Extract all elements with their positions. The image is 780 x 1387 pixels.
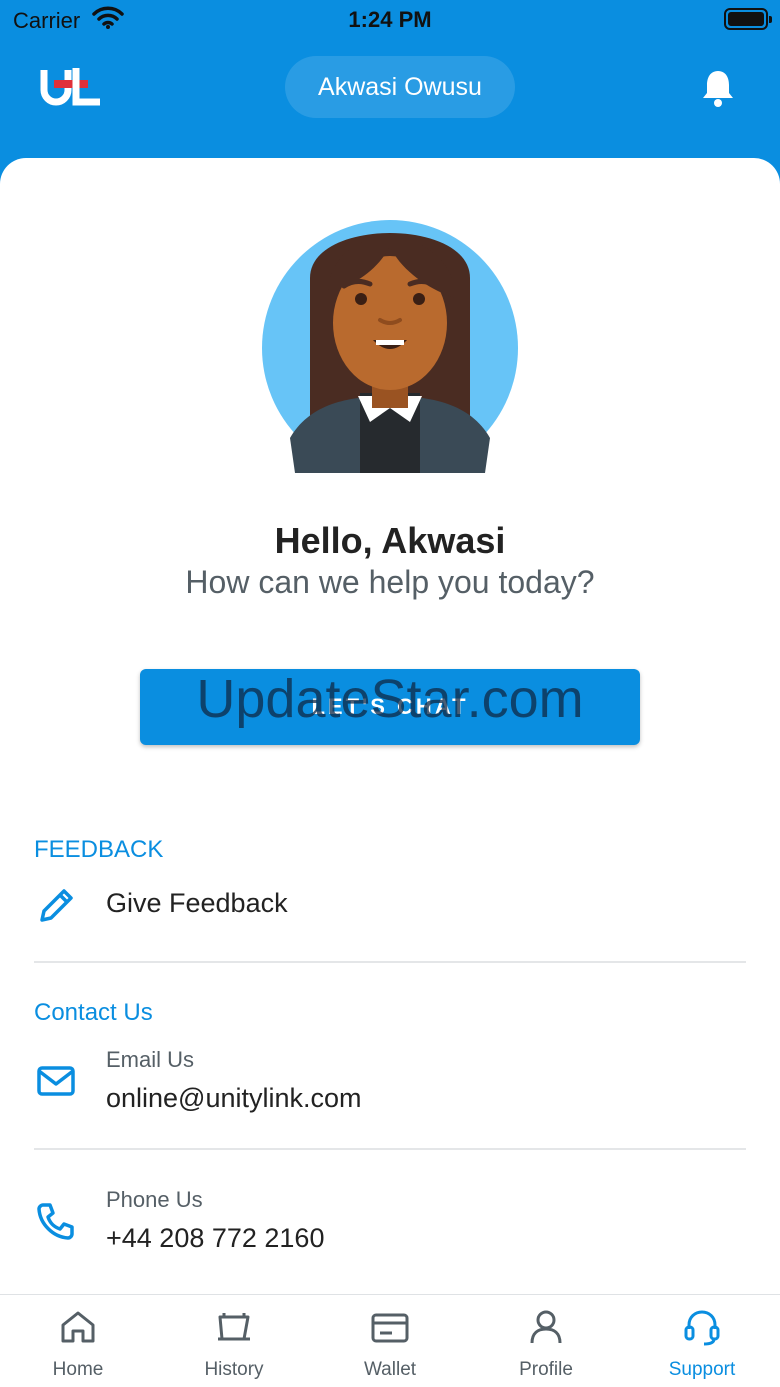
phone-us-row[interactable]: Phone Us +44 208 772 2160 [34,1183,746,1263]
give-feedback-label: Give Feedback [106,888,288,918]
app-header: Akwasi Owusu [0,40,780,160]
divider [34,961,746,963]
tab-home[interactable]: Home [0,1295,156,1387]
home-icon [61,1311,95,1343]
lets-chat-button[interactable]: LET'S CHAT [140,669,640,745]
contact-section-title: Contact Us [34,999,153,1026]
phone-label: Phone Us [106,1187,203,1212]
history-icon [218,1313,250,1341]
feedback-section-title: FEEDBACK [34,836,164,863]
profile-icon [530,1310,562,1344]
wallet-icon [371,1313,409,1343]
tab-profile-label: Profile [519,1359,573,1380]
tab-history[interactable]: History [156,1295,312,1387]
headset-icon [684,1310,720,1346]
clock: 1:24 PM [348,7,432,32]
tab-support[interactable]: Support [624,1295,780,1387]
tab-profile[interactable]: Profile [468,1295,624,1387]
tab-support-label: Support [668,1359,736,1380]
notification-bell-icon[interactable] [700,68,736,108]
email-us-row[interactable]: Email Us online@unitylink.com [34,1043,746,1123]
divider [34,1148,746,1150]
bottom-tab-bar: Home History Wallet Profile Support [0,1294,780,1387]
tab-wallet-label: Wallet [363,1359,417,1380]
tab-history-label: History [204,1359,264,1380]
support-card: Hello, Akwasi How can we help you today?… [0,158,780,1294]
give-feedback-row[interactable]: Give Feedback [34,878,746,938]
tab-wallet[interactable]: Wallet [312,1295,468,1387]
user-name-pill[interactable]: Akwasi Owusu [285,56,515,118]
email-label: Email Us [106,1047,195,1072]
status-bar: Carrier 1:24 PM [0,0,780,40]
phone-value[interactable]: +44 208 772 2160 [106,1223,324,1254]
mail-icon [37,1066,75,1096]
greeting-subtitle: How can we help you today? [185,564,595,600]
support-agent-avatar [262,220,518,473]
pencil-icon [40,889,73,922]
greeting-heading: Hello, Akwasi [274,520,506,561]
phone-icon [37,1203,74,1240]
email-value[interactable]: online@unitylink.com [106,1083,362,1114]
tab-home-label: Home [52,1359,104,1380]
unitylink-logo [40,68,100,106]
battery-icon [724,8,772,30]
